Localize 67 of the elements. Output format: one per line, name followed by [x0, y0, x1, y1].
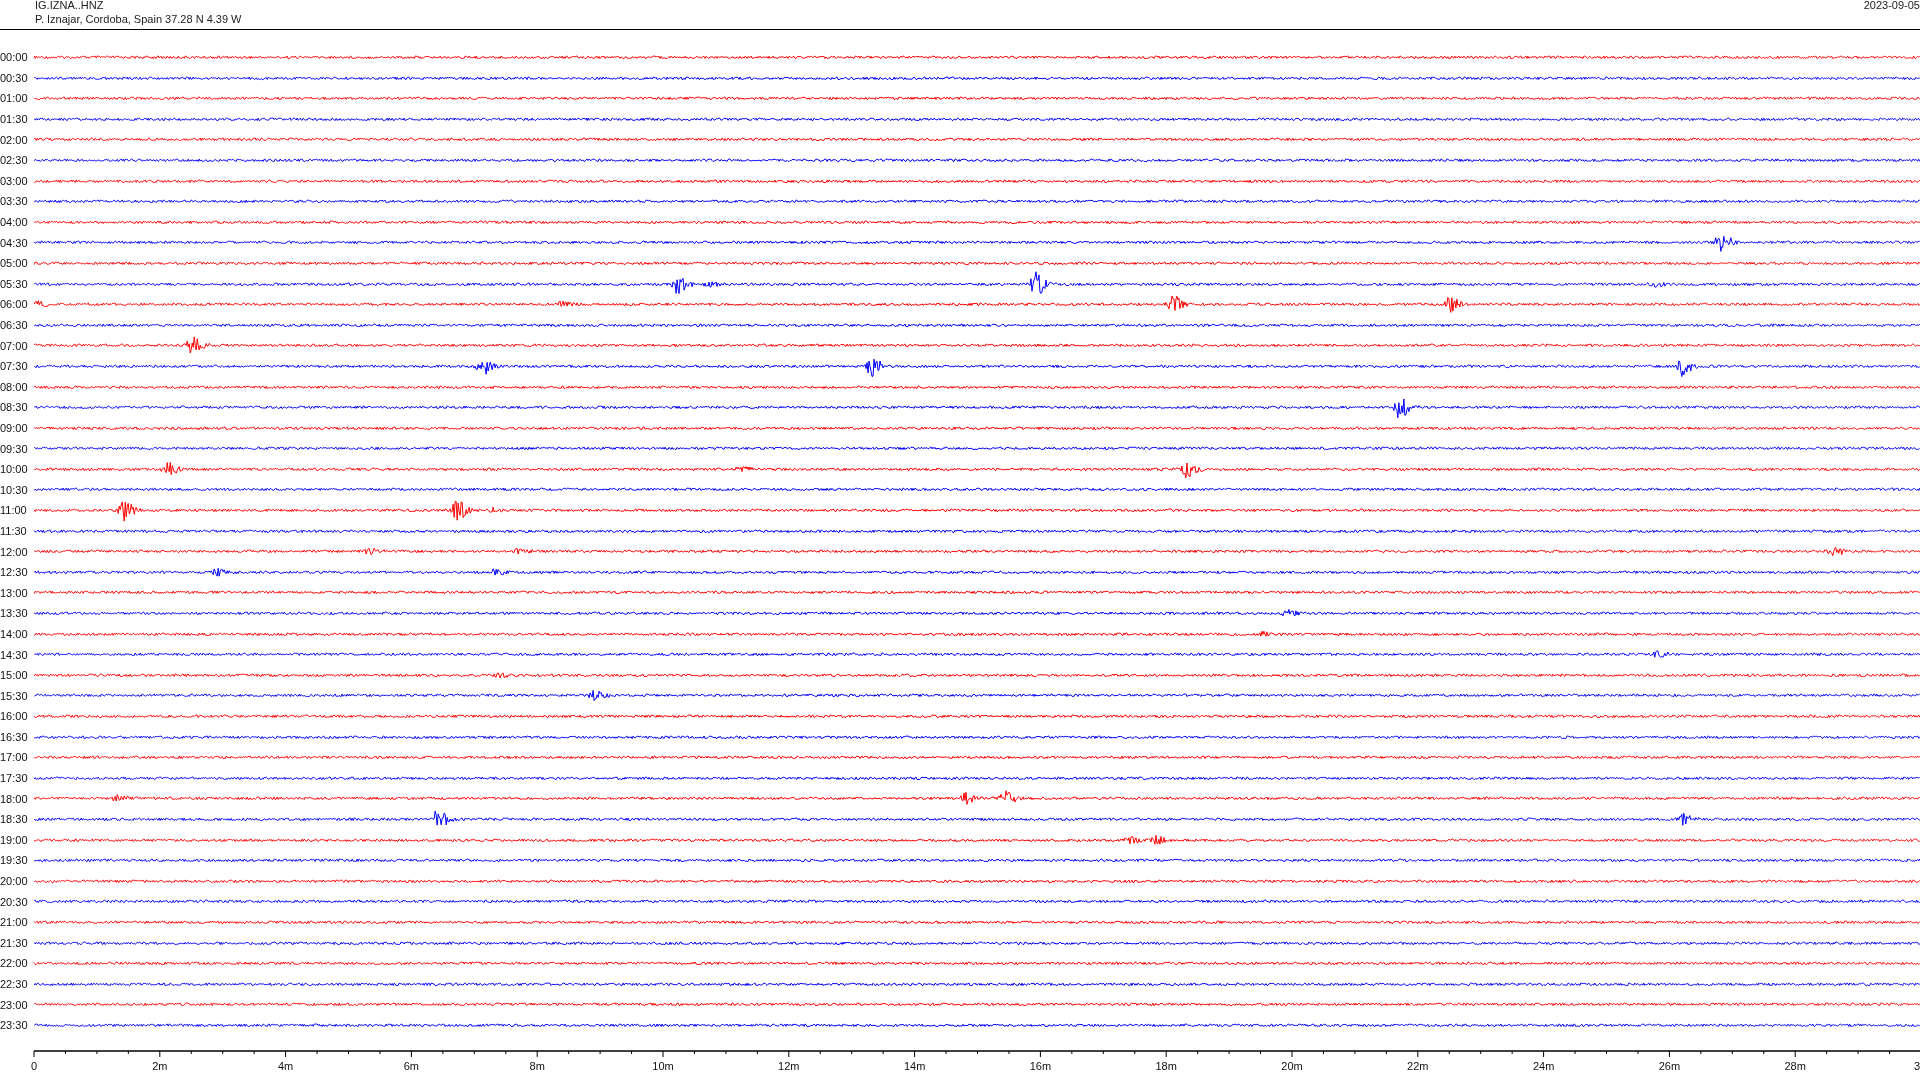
axis-tick-label: 3 — [1913, 1059, 1920, 1072]
axis-tick-label: 22m — [1407, 1059, 1429, 1072]
row-time-label: 16:30 — [0, 730, 29, 743]
row-time-label: 05:30 — [0, 277, 29, 290]
row-time-label: 23:00 — [0, 998, 29, 1011]
row-time-label: 10:00 — [0, 463, 29, 476]
axis-tick-label: 14m — [903, 1059, 926, 1072]
row-time-label: 09:00 — [0, 422, 29, 434]
row-time-label: 02:00 — [0, 133, 29, 146]
axis-tick-label: 10m — [652, 1059, 674, 1072]
row-time-label: 19:30 — [0, 854, 29, 867]
row-time-label: 02:30 — [0, 154, 29, 167]
row-time-label: 15:00 — [0, 669, 29, 682]
row-time-label: 20:30 — [0, 895, 29, 908]
row-time-label: 11:30 — [0, 524, 28, 537]
row-time-label: 04:00 — [0, 216, 29, 229]
station-location: P. Iznajar, Cordoba, Spain 37.28 N 4.39 W — [35, 12, 242, 26]
row-time-label: 06:00 — [0, 298, 29, 311]
station-code: IG.IZNA..HNZ — [35, 0, 105, 12]
axis-tick-label: 0 — [30, 1059, 38, 1072]
axis-tick-label: 6m — [403, 1059, 420, 1072]
row-time-label: 01:30 — [0, 113, 29, 126]
row-time-label: 13:30 — [0, 607, 29, 620]
row-time-label: 08:00 — [0, 380, 29, 393]
row-time-label: 05:00 — [0, 257, 29, 270]
row-time-label: 22:30 — [0, 978, 29, 990]
row-time-label: 21:30 — [0, 936, 29, 949]
row-time-label: 12:30 — [0, 566, 29, 579]
row-time-label: 23:30 — [0, 1019, 29, 1032]
row-time-label: 09:30 — [0, 442, 29, 455]
row-time-label: 18:00 — [0, 792, 29, 805]
row-time-label: 20:00 — [0, 875, 29, 888]
row-time-label: 10:30 — [0, 483, 29, 496]
row-time-label: 07:00 — [0, 339, 29, 352]
row-time-label: 07:30 — [0, 360, 29, 373]
row-time-label: 00:30 — [0, 71, 29, 84]
axis-tick-label: 2m — [152, 1059, 168, 1072]
row-time-label: 17:30 — [0, 772, 29, 785]
axis-tick-label: 20m — [1281, 1059, 1303, 1072]
axis-tick-label: 28m — [1784, 1059, 1806, 1072]
axis-tick-label: 4m — [277, 1059, 294, 1072]
axis-tick-label: 26m — [1658, 1059, 1681, 1072]
row-time-label: 14:30 — [0, 648, 29, 661]
row-time-label: 21:00 — [0, 916, 29, 929]
row-time-label: 03:30 — [0, 195, 29, 208]
row-time-label: 16:00 — [0, 710, 29, 723]
row-time-label: 08:30 — [0, 401, 29, 414]
row-time-label: 00:00 — [0, 51, 29, 64]
row-time-label: 12:00 — [0, 545, 29, 558]
axis-tick-label: 8m — [529, 1059, 545, 1072]
axis-tick-label: 24m — [1532, 1059, 1555, 1072]
plot-date: 2023-09-05 — [1863, 0, 1920, 13]
row-time-label: 17:00 — [0, 751, 29, 764]
axis-tick-label: 16m — [1029, 1059, 1052, 1072]
row-time-label: 01:00 — [0, 92, 29, 105]
row-time-label: 14:00 — [0, 627, 29, 640]
axis-tick-label: 12m — [778, 1059, 800, 1072]
row-time-label: 18:30 — [0, 813, 29, 826]
row-time-label: 11:00 — [0, 504, 28, 517]
row-time-label: 06:30 — [0, 319, 29, 331]
row-time-label: 15:30 — [0, 689, 29, 702]
row-time-label: 19:00 — [0, 833, 29, 846]
row-time-label: 22:00 — [0, 957, 29, 970]
row-time-label: 13:00 — [0, 586, 29, 599]
axis-tick-label: 18m — [1155, 1059, 1177, 1072]
row-time-label: 03:00 — [0, 174, 29, 187]
row-time-label: 04:30 — [0, 236, 29, 249]
